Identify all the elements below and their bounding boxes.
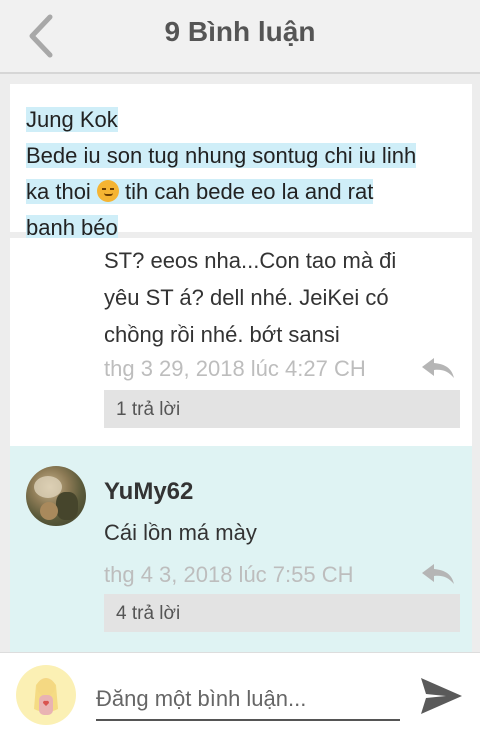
comment-author: Jung Kok — [26, 107, 118, 132]
comment-text-line: Bede iu son tug nhung sontug chi iu linh — [26, 143, 417, 168]
cartoon-avatar-icon — [34, 678, 58, 715]
reply-timestamp: thg 4 3, 2018 lúc 7:55 CH — [104, 562, 354, 587]
smirk-emoji-icon — [96, 180, 119, 202]
user-avatar — [16, 665, 76, 725]
comment-text-line: ka thoi — [26, 179, 97, 204]
reply-text-line: Cái lồn má mày — [104, 520, 257, 545]
reply-item[interactable]: YuMy62 Cái lồn má mày thg 4 3, 2018 lúc … — [10, 446, 472, 652]
reply-arrow-icon — [422, 358, 454, 378]
reply-username[interactable]: YuMy62 — [104, 478, 193, 506]
reply-button[interactable] — [420, 562, 456, 588]
reply-text: ST? eeos nha...Con tao mà đi yêu ST á? d… — [104, 242, 454, 353]
reply-count-button[interactable]: 4 trả lời — [104, 594, 460, 632]
comment-text-line: banh béo — [26, 215, 118, 240]
reply-item[interactable]: ST? eeos nha...Con tao mà đi yêu ST á? d… — [10, 238, 472, 446]
reply-arrow-icon — [422, 564, 454, 584]
comment-composer — [0, 652, 480, 736]
comment-input[interactable] — [96, 679, 400, 721]
quoted-comment: Jung Kok Bede iu son tug nhung sontug ch… — [10, 84, 472, 240]
reply-text: Cái lồn má mày — [104, 514, 454, 551]
reply-count-button[interactable]: 1 trả lời — [104, 390, 460, 428]
reply-timestamp: thg 3 29, 2018 lúc 4:27 CH — [104, 356, 366, 381]
reply-button[interactable] — [420, 356, 456, 382]
reply-text-line: ST? eeos nha...Con tao mà đi — [104, 248, 397, 273]
send-icon — [421, 678, 462, 714]
reply-text-line: yêu ST á? dell nhé. JeiKei có — [104, 285, 389, 310]
avatar[interactable] — [26, 466, 86, 526]
top-bar: 9 Bình luận — [0, 0, 480, 74]
reply-text-line: chồng rồi nhé. bớt sansi — [104, 322, 340, 347]
comment-text-line: tih cah bede eo la and rat — [118, 179, 374, 204]
send-button[interactable] — [418, 675, 464, 717]
page-title: 9 Bình luận — [164, 16, 316, 47]
